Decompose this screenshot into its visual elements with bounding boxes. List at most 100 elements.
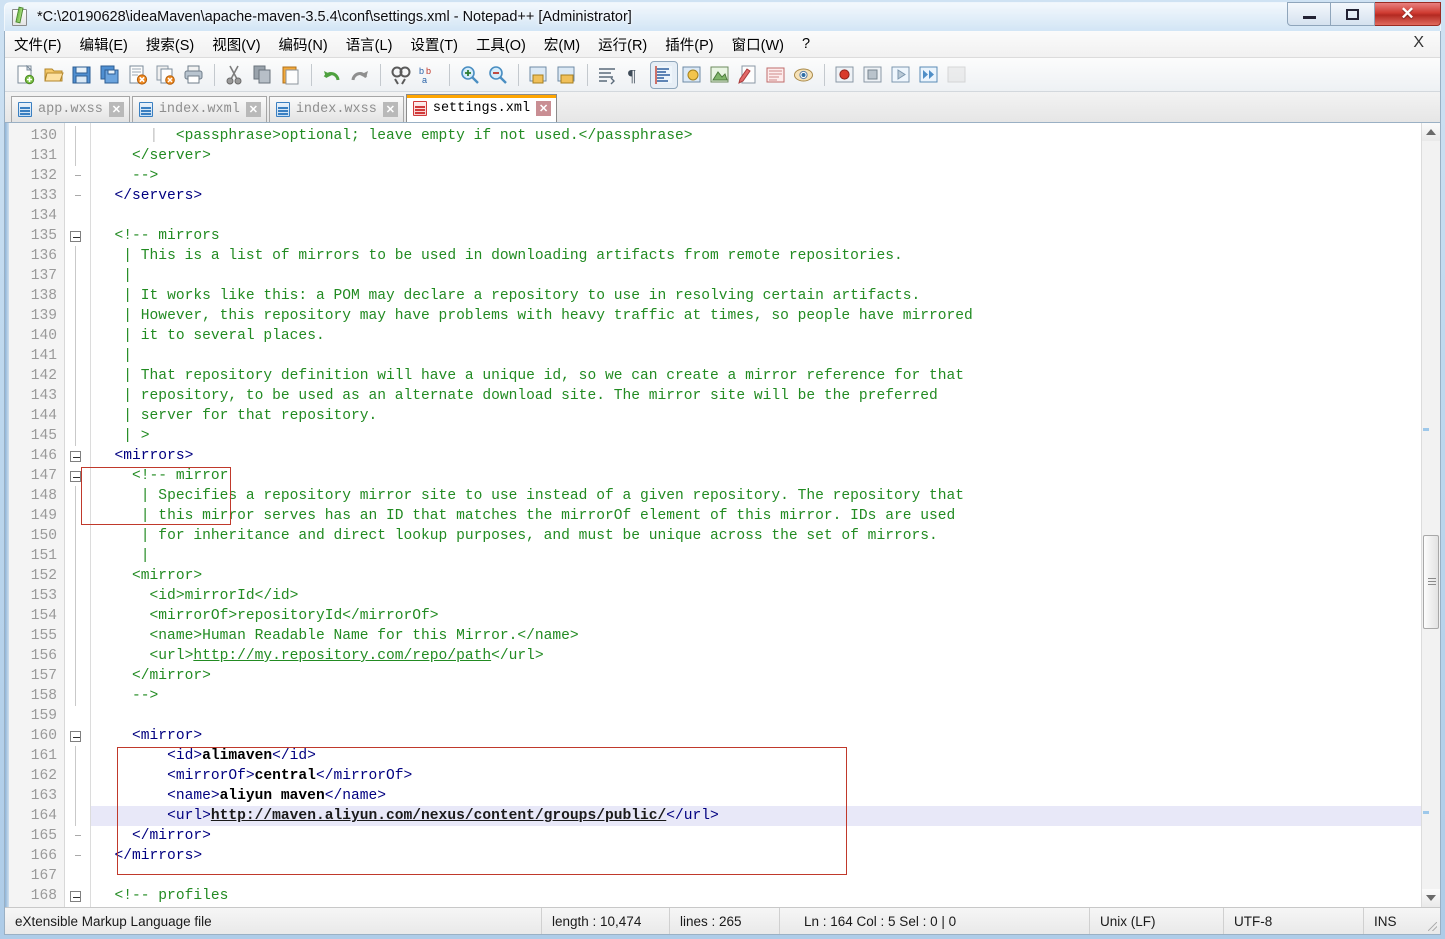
undo-icon[interactable] bbox=[319, 62, 345, 88]
word-wrap-icon[interactable] bbox=[595, 62, 621, 88]
menu-file[interactable]: 文件(F) bbox=[5, 31, 71, 58]
fold-collapse-icon[interactable] bbox=[70, 731, 81, 742]
menu-window[interactable]: 窗口(W) bbox=[723, 31, 793, 58]
sync-vertical-scroll-icon[interactable] bbox=[526, 62, 552, 88]
menu-macro[interactable]: 宏(M) bbox=[535, 31, 589, 58]
close-window-button[interactable]: ✕ bbox=[1375, 2, 1441, 26]
menu-edit[interactable]: 编辑(E) bbox=[71, 31, 137, 58]
scroll-down-button[interactable] bbox=[1422, 889, 1440, 907]
find-icon[interactable] bbox=[388, 62, 414, 88]
close-document-button[interactable]: X bbox=[1407, 34, 1430, 52]
code-line[interactable]: <mirrorOf>repositoryId</mirrorOf> bbox=[91, 606, 1440, 626]
code-line[interactable]: <mirrorOf>central</mirrorOf> bbox=[91, 766, 1440, 786]
code-line[interactable] bbox=[91, 206, 1440, 226]
code-line[interactable]: <name>aliyun maven</name> bbox=[91, 786, 1440, 806]
copy-icon[interactable] bbox=[250, 62, 276, 88]
code-line[interactable]: <mirror> bbox=[91, 726, 1440, 746]
vertical-scrollbar[interactable] bbox=[1421, 123, 1440, 907]
code-line[interactable]: | <passphrase>optional; leave empty if n… bbox=[91, 126, 1440, 146]
code-line[interactable]: | bbox=[91, 546, 1440, 566]
code-line[interactable]: </servers> bbox=[91, 186, 1440, 206]
code-line[interactable]: | it to several places. bbox=[91, 326, 1440, 346]
code-line[interactable] bbox=[91, 706, 1440, 726]
open-file-icon[interactable] bbox=[41, 62, 67, 88]
fold-marker[interactable] bbox=[65, 226, 90, 246]
save-icon[interactable] bbox=[69, 62, 95, 88]
fold-marker[interactable] bbox=[65, 466, 90, 486]
code-line[interactable]: <mirror> bbox=[91, 566, 1440, 586]
menu-settings[interactable]: 设置(T) bbox=[401, 31, 467, 58]
tab-close-icon[interactable]: ✕ bbox=[382, 102, 398, 117]
code-line[interactable]: </mirror> bbox=[91, 826, 1440, 846]
menu-plugins[interactable]: 插件(P) bbox=[656, 31, 722, 58]
document-map-icon[interactable] bbox=[763, 62, 789, 88]
zoom-out-icon[interactable] bbox=[485, 62, 511, 88]
code-line[interactable]: | repository, to be used as an alternate… bbox=[91, 386, 1440, 406]
tab-close-icon[interactable]: ✕ bbox=[108, 102, 124, 117]
code-line[interactable]: | Specifies a repository mirror site to … bbox=[91, 486, 1440, 506]
code-line[interactable] bbox=[91, 866, 1440, 886]
minimize-button[interactable] bbox=[1287, 2, 1331, 26]
code-line[interactable]: --> bbox=[91, 166, 1440, 186]
play-macro-icon[interactable] bbox=[888, 62, 914, 88]
fold-collapse-icon[interactable] bbox=[70, 451, 81, 462]
code-line[interactable]: <!-- mirrors bbox=[91, 226, 1440, 246]
code-text[interactable]: | <passphrase>optional; leave empty if n… bbox=[91, 123, 1440, 907]
fold-collapse-icon[interactable] bbox=[70, 231, 81, 242]
code-line[interactable]: | this mirror serves has an ID that matc… bbox=[91, 506, 1440, 526]
tab-index-wxml[interactable]: index.wxml ✕ bbox=[131, 96, 267, 122]
code-line[interactable]: </mirror> bbox=[91, 666, 1440, 686]
show-all-characters-icon[interactable]: ¶ bbox=[623, 62, 649, 88]
title-bar[interactable]: *C:\20190628\ideaMaven\apache-maven-3.5.… bbox=[4, 2, 1441, 32]
stop-record-macro-icon[interactable] bbox=[860, 62, 886, 88]
indent-guide-icon[interactable] bbox=[650, 60, 678, 89]
menu-encoding[interactable]: 编码(N) bbox=[270, 31, 337, 58]
tab-app-wxss[interactable]: app.wxss ✕ bbox=[11, 96, 130, 122]
menu-help[interactable]: ? bbox=[793, 33, 819, 55]
tab-settings-xml[interactable]: settings.xml ✕ bbox=[405, 94, 558, 122]
code-line[interactable]: | That repository definition will have a… bbox=[91, 366, 1440, 386]
save-all-icon[interactable] bbox=[97, 62, 123, 88]
save-macro-icon[interactable] bbox=[944, 62, 970, 88]
code-line[interactable]: | server for that repository. bbox=[91, 406, 1440, 426]
code-line-current[interactable]: <url>http://maven.aliyun.com/nexus/conte… bbox=[91, 806, 1440, 826]
run-macro-multiple-icon[interactable] bbox=[916, 62, 942, 88]
code-line[interactable]: <id>mirrorId</id> bbox=[91, 586, 1440, 606]
resize-grip[interactable] bbox=[1422, 908, 1440, 934]
code-line[interactable]: </server> bbox=[91, 146, 1440, 166]
scrollbar-thumb[interactable] bbox=[1423, 535, 1439, 629]
fold-collapse-icon[interactable] bbox=[70, 891, 81, 902]
ui-goto-line-icon[interactable] bbox=[679, 62, 705, 88]
tab-index-wxss[interactable]: index.wxss ✕ bbox=[268, 96, 404, 122]
code-line[interactable]: <mirrors> bbox=[91, 446, 1440, 466]
code-line[interactable]: | This is a list of mirrors to be used i… bbox=[91, 246, 1440, 266]
menu-tools[interactable]: 工具(O) bbox=[467, 31, 535, 58]
code-line[interactable]: | bbox=[91, 346, 1440, 366]
code-line[interactable]: | bbox=[91, 266, 1440, 286]
tab-close-icon[interactable]: ✕ bbox=[536, 101, 552, 116]
code-line[interactable]: <!-- mirror bbox=[91, 466, 1440, 486]
code-line[interactable]: <!-- profiles bbox=[91, 886, 1440, 906]
redo-icon[interactable] bbox=[347, 62, 373, 88]
start-record-macro-icon[interactable] bbox=[832, 62, 858, 88]
menu-view[interactable]: 视图(V) bbox=[203, 31, 269, 58]
new-file-icon[interactable] bbox=[13, 62, 39, 88]
user-defined-language-icon[interactable] bbox=[735, 62, 761, 88]
print-icon[interactable] bbox=[181, 62, 207, 88]
code-line[interactable]: | It works like this: a POM may declare … bbox=[91, 286, 1440, 306]
cut-icon[interactable] bbox=[222, 62, 248, 88]
close-all-files-icon[interactable] bbox=[153, 62, 179, 88]
fold-marker[interactable] bbox=[65, 886, 90, 906]
code-line[interactable]: | > bbox=[91, 426, 1440, 446]
zoom-in-icon[interactable] bbox=[457, 62, 483, 88]
close-file-icon[interactable] bbox=[125, 62, 151, 88]
fold-marker[interactable] bbox=[65, 446, 90, 466]
menu-run[interactable]: 运行(R) bbox=[589, 31, 656, 58]
show-whitespace-icon[interactable] bbox=[707, 62, 733, 88]
menu-language[interactable]: 语言(L) bbox=[337, 31, 402, 58]
function-list-icon[interactable] bbox=[791, 62, 817, 88]
fold-collapse-icon[interactable] bbox=[70, 471, 81, 482]
fold-marker[interactable] bbox=[65, 726, 90, 746]
maximize-button[interactable] bbox=[1331, 2, 1375, 26]
code-line[interactable]: </mirrors> bbox=[91, 846, 1440, 866]
